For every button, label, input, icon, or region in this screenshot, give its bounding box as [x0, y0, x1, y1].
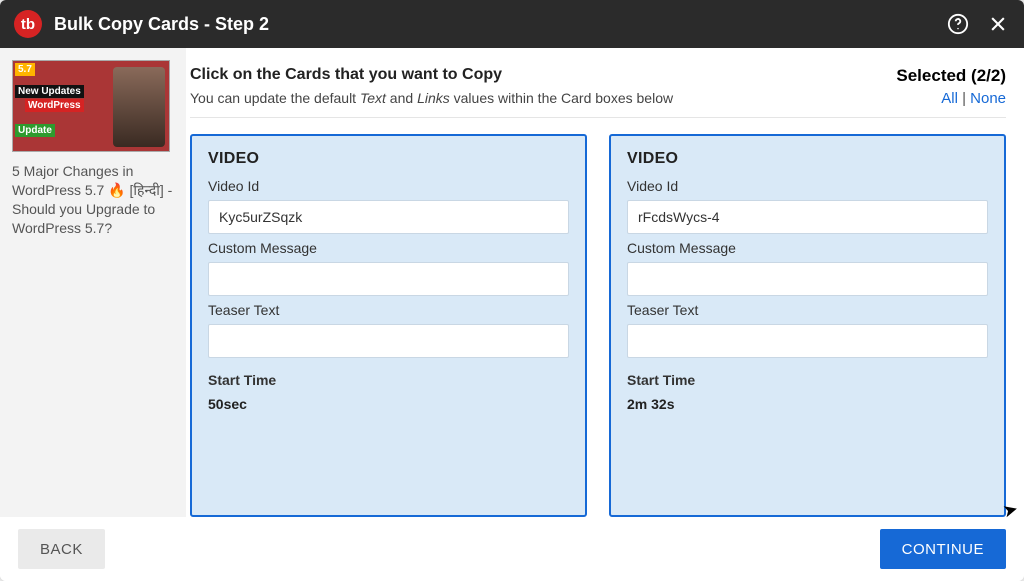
dialog-title: Bulk Copy Cards - Step 2 — [54, 14, 930, 35]
field-label-video-id: Video Id — [627, 178, 988, 194]
select-all-link[interactable]: All — [941, 90, 958, 107]
select-links: All | None — [896, 90, 1006, 107]
back-button[interactable]: BACK — [18, 529, 105, 569]
dialog-body: 5.7 New Updates WordPress Update 5 Major… — [0, 48, 1024, 517]
thumb-badge: 5.7 — [15, 63, 35, 76]
video-title: 5 Major Changes in WordPress 5.7 🔥 [हिन्… — [12, 162, 174, 238]
teaser-text-input[interactable] — [208, 324, 569, 358]
app-logo-icon: tb — [14, 10, 42, 38]
cards-row: VIDEO Video Id Custom Message Teaser Tex… — [190, 134, 1006, 517]
separator: | — [958, 90, 970, 107]
close-icon[interactable] — [986, 12, 1010, 36]
card-video[interactable]: VIDEO Video Id Custom Message Teaser Tex… — [190, 134, 587, 517]
thumb-badge: Update — [15, 124, 55, 137]
custom-message-input[interactable] — [208, 262, 569, 296]
help-icon[interactable] — [946, 12, 970, 36]
selected-count: Selected (2/2) — [896, 66, 1006, 86]
teaser-text-input[interactable] — [627, 324, 988, 358]
video-id-input[interactable] — [208, 200, 569, 234]
field-label-teaser-text: Teaser Text — [627, 302, 988, 318]
main-panel: Click on the Cards that you want to Copy… — [186, 48, 1024, 517]
field-label-custom-message: Custom Message — [627, 240, 988, 256]
titlebar: tb Bulk Copy Cards - Step 2 — [0, 0, 1024, 48]
sidebar: 5.7 New Updates WordPress Update 5 Major… — [0, 48, 186, 517]
dialog-footer: BACK CONTINUE — [0, 517, 1024, 581]
continue-button[interactable]: CONTINUE — [880, 529, 1006, 569]
video-id-input[interactable] — [627, 200, 988, 234]
card-type-label: VIDEO — [208, 150, 569, 168]
field-label-custom-message: Custom Message — [208, 240, 569, 256]
field-label-teaser-text: Teaser Text — [208, 302, 569, 318]
field-label-start-time: Start Time — [627, 372, 988, 388]
instruction-header: Click on the Cards that you want to Copy… — [190, 66, 1006, 118]
thumb-person-silhouette — [113, 67, 165, 147]
start-time-value: 2m 32s — [627, 396, 988, 412]
card-type-label: VIDEO — [627, 150, 988, 168]
dialog-window: tb Bulk Copy Cards - Step 2 5.7 New Upda… — [0, 0, 1024, 581]
video-thumbnail[interactable]: 5.7 New Updates WordPress Update — [12, 60, 170, 152]
instruction-subtext: You can update the default Text and Link… — [190, 90, 896, 106]
select-none-link[interactable]: None — [970, 90, 1006, 107]
instruction-heading: Click on the Cards that you want to Copy — [190, 66, 896, 84]
card-video[interactable]: VIDEO Video Id Custom Message Teaser Tex… — [609, 134, 1006, 517]
field-label-start-time: Start Time — [208, 372, 569, 388]
thumb-badge: WordPress — [25, 99, 84, 112]
thumb-badge: New Updates — [15, 85, 84, 98]
custom-message-input[interactable] — [627, 262, 988, 296]
field-label-video-id: Video Id — [208, 178, 569, 194]
start-time-value: 50sec — [208, 396, 569, 412]
